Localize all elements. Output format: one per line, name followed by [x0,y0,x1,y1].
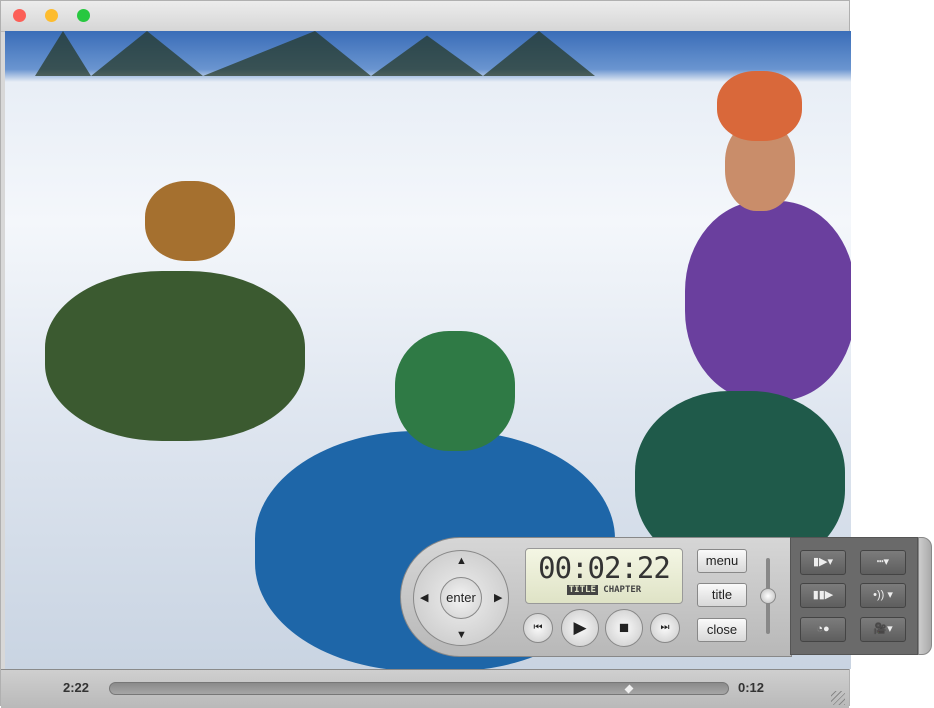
up-arrow-icon[interactable]: ▲ [456,555,467,567]
stop-icon[interactable]: ■ [605,609,643,647]
elapsed-time: 2:22 [63,680,90,695]
left-arrow-icon[interactable]: ◀ [420,591,428,604]
menu-button[interactable]: menu [697,549,747,573]
right-arrow-icon[interactable]: ▶ [494,591,502,604]
person-green-hat [395,331,515,451]
lcd-title-indicator: TITLE [566,585,598,595]
dvd-controller: ▲ ▼ ◀ ▶ enter 00:02:22 TITLE CHAPTER ⏮ ▶… [400,537,792,657]
down-arrow-icon[interactable]: ▼ [456,629,467,641]
person-purple-jacket [685,201,851,401]
title-bar[interactable] [1,1,849,32]
trees [35,31,595,76]
title-button[interactable]: title [697,583,747,607]
volume-slider[interactable] [760,558,776,634]
person-hair [145,181,235,261]
drawer-handle[interactable] [918,537,932,655]
next-chapter-icon[interactable]: ⏭ [650,613,680,643]
volume-knob[interactable] [760,588,776,604]
remaining-time: 0:12 [738,680,765,695]
step-frame-icon[interactable]: ▮▮▶ [800,583,846,608]
timeline-scrubber[interactable] [109,682,729,695]
navigation-pad: ▲ ▼ ◀ ▶ enter [413,550,509,646]
person-hat [717,71,802,141]
audio-track-icon[interactable]: •)) ▾ [860,583,906,608]
minimize-window-button[interactable] [45,9,58,22]
close-window-button[interactable] [13,9,26,22]
enter-button[interactable]: enter [440,577,482,619]
lcd-display: 00:02:22 TITLE CHAPTER [525,548,683,604]
extended-controls: ▮▶▾ ┅▾ ▮▮▶ •)) ▾ ◔● 🎥▾ [790,537,918,655]
eject-icon[interactable]: ◔● [800,617,846,642]
scrubber-thumb[interactable] [624,684,634,694]
lcd-chapter-indicator: CHAPTER [603,585,642,595]
timecode: 00:02:22 [538,551,671,585]
camera-angle-icon[interactable]: 🎥▾ [860,617,906,642]
zoom-window-button[interactable] [77,9,90,22]
play-icon[interactable]: ▶ [561,609,599,647]
person-green-jacket [45,271,305,441]
subtitles-icon[interactable]: ┅▾ [860,550,906,575]
slow-motion-icon[interactable]: ▮▶▾ [800,550,846,575]
close-button[interactable]: close [697,618,747,642]
previous-chapter-icon[interactable]: ⏮ [523,613,553,643]
bottom-bar: 2:22 0:12 [1,669,849,708]
resize-grip-icon[interactable] [831,691,845,705]
